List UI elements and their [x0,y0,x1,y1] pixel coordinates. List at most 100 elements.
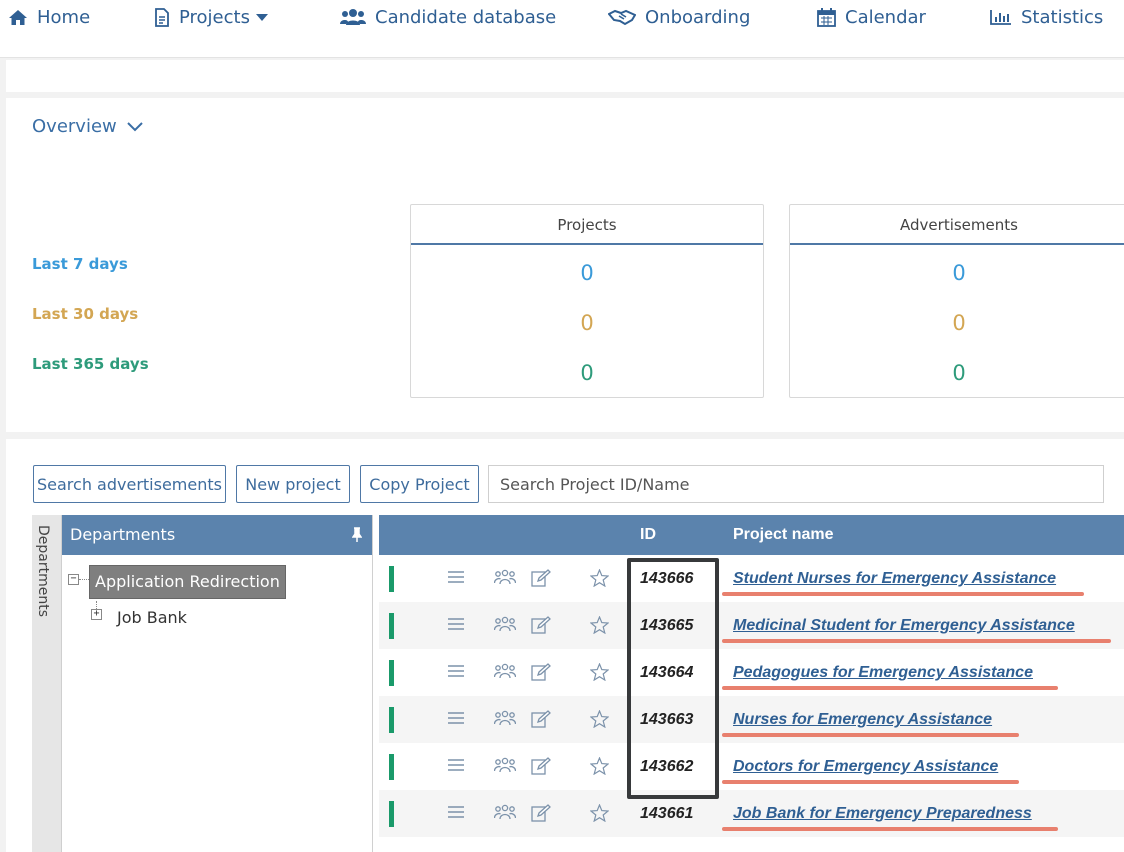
departments-pane: Departments − Application Redirection + … [62,515,373,852]
projects-card: Projects 0 0 0 [410,204,764,398]
project-search-input[interactable] [488,465,1104,503]
departments-header: Departments [62,515,372,555]
tree-node-application-redirection[interactable]: Application Redirection [89,565,286,599]
projects-last-365-value: 0 [580,361,594,385]
calendar-icon [817,7,836,27]
edit-icon[interactable] [531,663,551,681]
menu-icon[interactable] [447,663,465,679]
edit-icon[interactable] [531,757,551,775]
tree-connector [79,579,89,580]
status-indicator [389,754,394,780]
project-id: 143661 [640,805,694,822]
overview-title: Overview [32,116,117,137]
status-indicator [389,566,394,592]
status-indicator [389,801,394,827]
nav-statistics-label: Statistics [1021,6,1104,28]
candidates-icon[interactable] [494,757,516,775]
candidates-icon[interactable] [494,569,516,587]
highlight-underline [722,686,1058,690]
candidates-icon[interactable] [494,804,516,822]
column-header-id[interactable]: ID [640,515,656,555]
menu-icon[interactable] [447,757,465,773]
candidates-icon[interactable] [494,663,516,681]
project-id: 143662 [640,758,694,775]
table-row[interactable]: 143665 Medicinal Student for Emergency As… [379,602,1124,649]
column-header-project-name[interactable]: Project name [733,515,833,555]
highlight-underline [722,733,1019,737]
departments-rail-label: Departments [35,525,51,618]
tree-node-job-bank[interactable]: Job Bank [117,608,187,627]
edit-icon[interactable] [531,804,551,822]
nav-home-label: Home [37,6,91,28]
table-row[interactable]: 143662 Doctors for Emergency Assistance [379,743,1124,790]
projects-card-title: Projects [411,205,763,245]
table-row[interactable]: 143663 Nurses for Emergency Assistance [379,696,1124,743]
project-table: ID Project name 143666 Student Nurses for… [379,515,1124,852]
table-row[interactable]: 143661 Job Bank for Emergency Preparednes… [379,790,1124,837]
star-icon[interactable] [590,616,609,634]
search-advertisements-button[interactable]: Search advertisements [33,465,226,503]
departments-rail[interactable]: Departments [32,515,62,852]
menu-icon[interactable] [447,569,465,585]
star-icon[interactable] [590,757,609,775]
star-icon[interactable] [590,804,609,822]
table-row[interactable]: 143664 Pedagogues for Emergency Assistanc… [379,649,1124,696]
project-id: 143666 [640,570,694,587]
highlight-underline [722,827,1058,831]
status-indicator [389,613,394,639]
nav-candidate-database[interactable]: Candidate database [340,5,556,29]
bar-chart-icon [990,10,1011,25]
advertisements-card: Advertisements 0 0 0 [789,204,1124,398]
menu-icon[interactable] [447,804,465,820]
nav-calendar[interactable]: Calendar [817,5,926,29]
edit-icon[interactable] [531,569,551,587]
candidates-icon[interactable] [494,710,516,728]
table-row[interactable]: 143666 Student Nurses for Emergency Assis… [379,555,1124,602]
expand-toggle-icon[interactable]: + [91,609,102,620]
table-header: ID Project name [379,515,1124,555]
candidates-icon[interactable] [494,616,516,634]
collapse-toggle-icon[interactable]: − [68,574,79,585]
nav-calendar-label: Calendar [845,6,926,28]
new-project-button[interactable]: New project [236,465,350,503]
highlight-underline [722,592,1084,596]
period-last-30-days: Last 30 days [32,305,139,323]
projects-last-30-value: 0 [580,311,594,335]
highlight-underline [722,639,1111,643]
empty-panel [6,60,1124,92]
star-icon[interactable] [590,710,609,728]
departments-header-label: Departments [70,525,176,544]
advertisements-last-7-value: 0 [952,261,966,285]
highlight-underline [722,780,1019,784]
nav-projects[interactable]: Projects [154,5,268,29]
nav-statistics[interactable]: Statistics [990,5,1103,29]
chevron-down-icon [127,121,143,131]
advertisements-last-365-value: 0 [952,361,966,385]
nav-onboarding[interactable]: Onboarding [608,5,750,29]
home-icon [9,9,27,25]
handshake-icon [608,9,636,26]
star-icon[interactable] [590,569,609,587]
file-icon [155,7,169,27]
projects-last-7-value: 0 [580,261,594,285]
project-id: 143665 [640,617,694,634]
edit-icon[interactable] [531,710,551,728]
advertisements-last-30-value: 0 [952,311,966,335]
users-icon [340,9,366,25]
status-indicator [389,707,394,733]
period-last-7-days: Last 7 days [32,255,128,273]
edit-icon[interactable] [531,616,551,634]
overview-toggle[interactable]: Overview [32,116,143,137]
menu-icon[interactable] [447,616,465,632]
project-id: 143663 [640,711,694,728]
star-icon[interactable] [590,663,609,681]
project-list-panel: Search advertisements New project Copy P… [6,439,1124,852]
copy-project-button[interactable]: Copy Project [360,465,479,503]
caret-down-icon [255,14,268,21]
status-indicator [389,660,394,686]
menu-icon[interactable] [447,710,465,726]
pin-icon[interactable] [352,527,362,543]
overview-panel: Overview Last 7 days Last 30 days Last 3… [6,98,1124,432]
nav-candidate-database-label: Candidate database [375,6,557,28]
nav-home[interactable]: Home [8,5,90,29]
